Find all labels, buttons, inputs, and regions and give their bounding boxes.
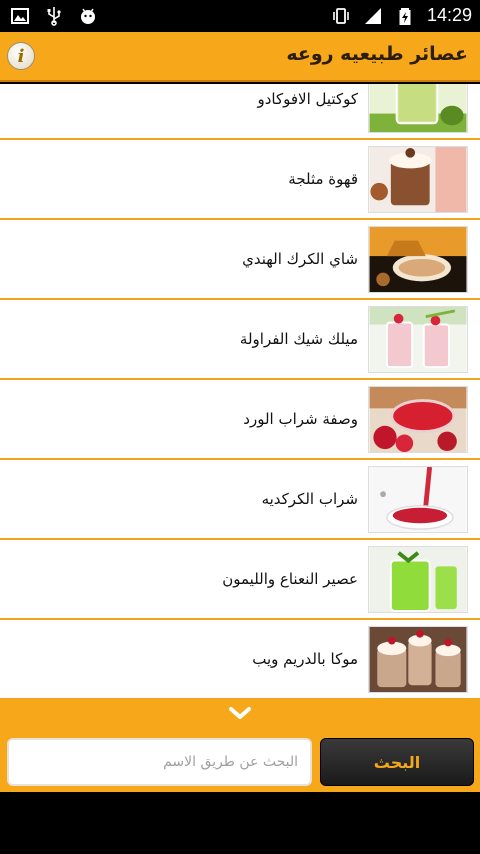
- vibrate-icon: [331, 6, 351, 26]
- chevron-down-icon[interactable]: [228, 706, 252, 722]
- usb-icon: [44, 6, 64, 26]
- list-item[interactable]: شاي الكرك الهندي: [0, 220, 480, 300]
- hibiscus-drink-image: [368, 466, 468, 533]
- android-debug-icon: [78, 6, 98, 26]
- drinks-list[interactable]: كوكتيل الافوكادو قهوة مثلجة شاي الكرك ال…: [0, 84, 480, 700]
- app-title: عصائر طبيعيه روعه: [286, 43, 468, 65]
- list-item[interactable]: ميلك شيك الفراولة: [0, 300, 480, 380]
- clock: 14:29: [426, 5, 472, 25]
- list-item-label: شاي الكرك الهندي: [242, 250, 358, 268]
- list-item[interactable]: كوكتيل الافوكادو: [0, 84, 480, 140]
- strawberry-milkshake-image: [368, 306, 468, 373]
- list-item-label: ميلك شيك الفراولة: [239, 330, 358, 348]
- image-icon: [10, 6, 30, 26]
- list-item[interactable]: وصفة شراب الورد: [0, 380, 480, 460]
- battery-charging-icon: [395, 6, 415, 26]
- info-icon[interactable]: i: [7, 42, 35, 70]
- list-item-label: كوكتيل الافوكادو: [257, 90, 359, 108]
- iced-coffee-image: [368, 146, 468, 213]
- navigation-bar-area: [0, 792, 480, 854]
- list-item[interactable]: شراب الكركديه: [0, 460, 480, 540]
- search-button[interactable]: البحث: [320, 738, 474, 786]
- list-item-label: قهوة مثلجة: [288, 170, 358, 188]
- list-item-label: موكا بالدريم ويب: [252, 650, 358, 668]
- status-bar: 14:29: [0, 0, 480, 32]
- list-item-label: شراب الكركديه: [261, 490, 358, 508]
- list-item-label: وصفة شراب الورد: [243, 410, 358, 428]
- list-item[interactable]: عصير النعناع والليمون: [0, 540, 480, 620]
- list-item-label: عصير النعناع والليمون: [222, 570, 358, 588]
- app-header: i عصائر طبيعيه روعه: [0, 32, 480, 82]
- mint-lemon-juice-image: [368, 546, 468, 613]
- karak-tea-image: [368, 226, 468, 293]
- signal-icon: [363, 6, 383, 26]
- rose-drink-image: [368, 386, 468, 453]
- search-input[interactable]: [7, 738, 312, 786]
- list-item[interactable]: موكا بالدريم ويب: [0, 620, 480, 700]
- mocha-dream-whip-image: [368, 626, 468, 693]
- list-item[interactable]: قهوة مثلجة: [0, 140, 480, 220]
- avocado-cocktail-image: [368, 84, 468, 133]
